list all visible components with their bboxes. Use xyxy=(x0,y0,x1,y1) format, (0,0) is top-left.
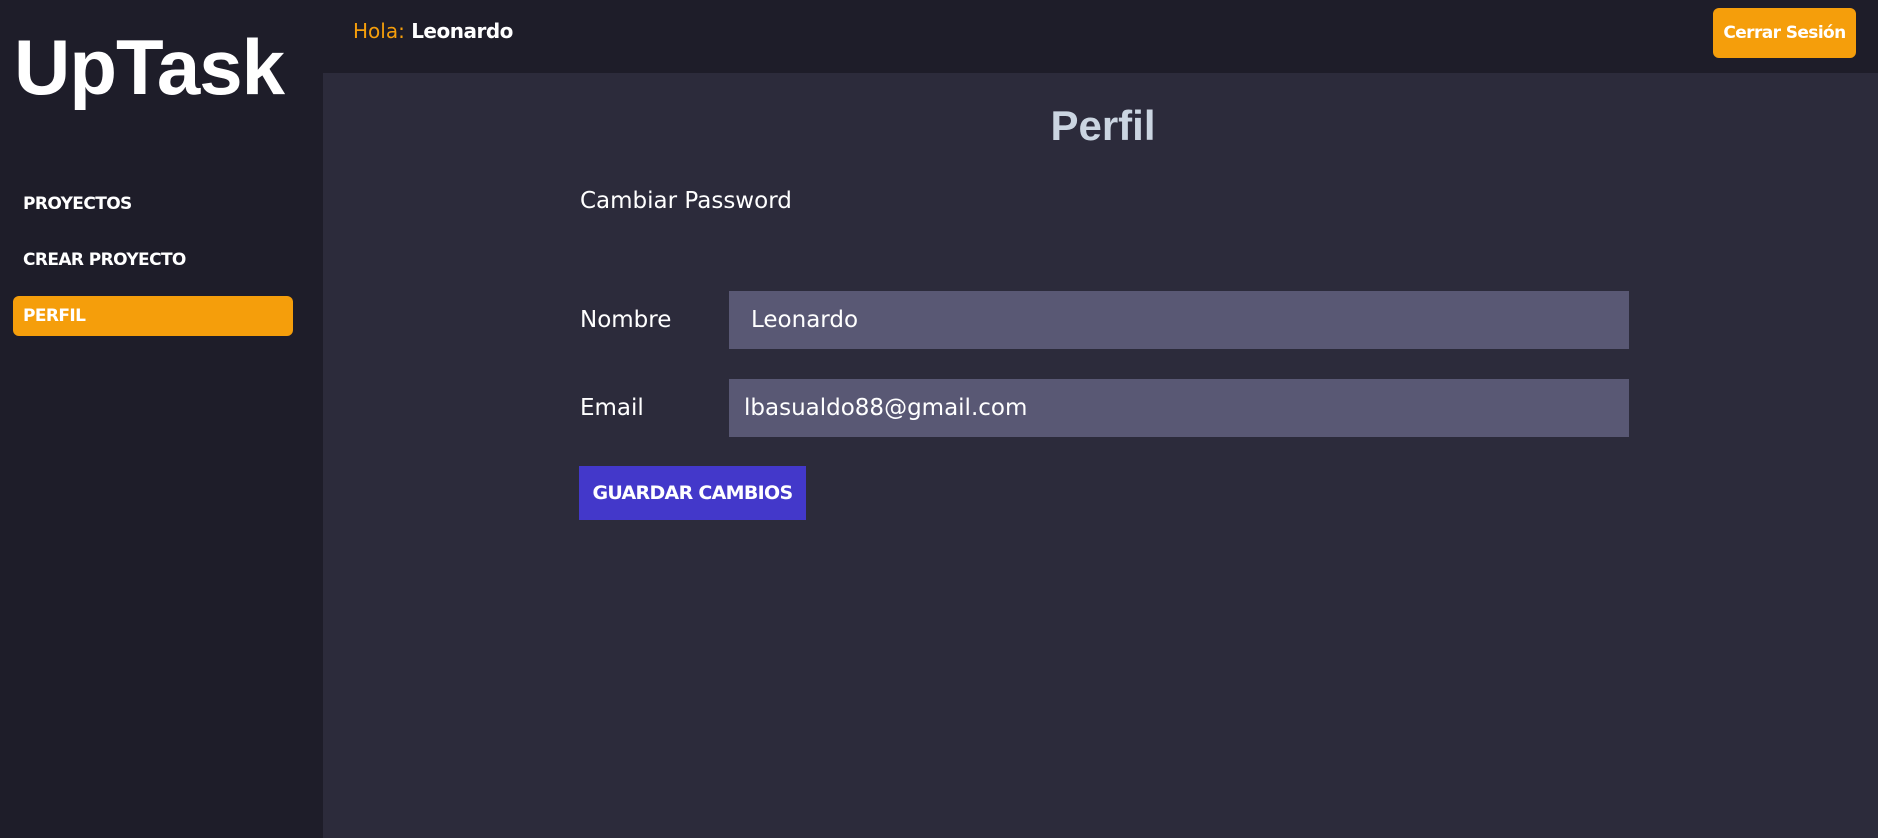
name-field-row: Nombre xyxy=(580,291,1629,349)
name-input[interactable] xyxy=(729,291,1629,349)
sidebar: UpTask PROYECTOS CREAR PROYECTO PERFIL xyxy=(0,0,323,838)
change-password-link[interactable]: Cambiar Password xyxy=(580,186,792,216)
email-label: Email xyxy=(580,395,644,421)
app-logo: UpTask xyxy=(14,23,285,111)
name-label: Nombre xyxy=(580,307,672,333)
main-content: Perfil Cambiar Password Nombre Email GUA… xyxy=(323,73,1878,838)
page-title: Perfil xyxy=(1050,102,1156,149)
save-changes-button[interactable]: GUARDAR CAMBIOS xyxy=(579,466,806,520)
top-bar: Hola: Leonardo Cerrar Sesión xyxy=(323,0,1878,73)
email-input[interactable] xyxy=(729,379,1629,437)
user-name: Leonardo xyxy=(411,19,513,43)
email-field-row: Email xyxy=(580,379,1629,437)
sidebar-item-proyectos[interactable]: PROYECTOS xyxy=(13,184,293,224)
logout-button[interactable]: Cerrar Sesión xyxy=(1713,8,1856,58)
greeting-prefix: Hola: xyxy=(353,19,405,43)
sidebar-nav: PROYECTOS CREAR PROYECTO PERFIL xyxy=(13,184,293,352)
sidebar-item-perfil[interactable]: PERFIL xyxy=(13,296,293,336)
app: UpTask PROYECTOS CREAR PROYECTO PERFIL H… xyxy=(0,0,1878,838)
greeting: Hola: Leonardo xyxy=(353,18,513,44)
sidebar-item-crear-proyecto[interactable]: CREAR PROYECTO xyxy=(13,240,293,280)
